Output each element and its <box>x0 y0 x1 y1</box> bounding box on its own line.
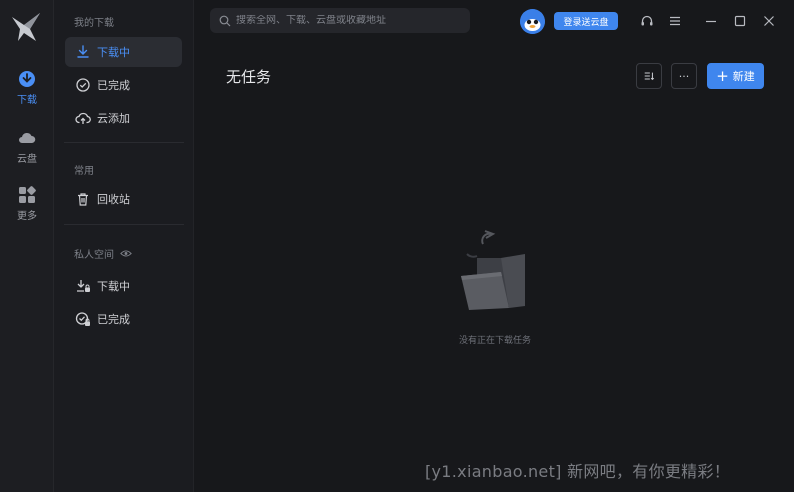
sidebar-item-label: 已完成 <box>97 79 130 92</box>
sidebar-item-label: 回收站 <box>97 193 130 206</box>
download-icon <box>77 45 89 58</box>
rail-item-cloud[interactable]: 云盘 <box>0 129 54 173</box>
sidebar-divider <box>64 142 184 143</box>
sidebar-item-private-downloading[interactable]: 下载中 <box>65 271 182 301</box>
section-title-common: 常用 <box>74 166 94 177</box>
avatar-face-icon <box>520 9 545 34</box>
rail-item-download[interactable]: 下载 <box>0 70 54 114</box>
menu-icon[interactable] <box>668 14 682 28</box>
sidebar-item-cloud-add[interactable]: 云添加 <box>65 103 182 133</box>
login-button[interactable]: 登录送云盘 <box>554 12 618 30</box>
new-task-button[interactable]: + 新建 <box>707 63 764 89</box>
sort-icon <box>644 72 655 81</box>
sidebar: 我的下载 下载中 已完成 云添加 常用 回收站 私人空间 下载中 已完成 <box>54 0 194 492</box>
sidebar-item-label: 云添加 <box>97 112 130 125</box>
cloud-icon <box>19 132 36 143</box>
rail-item-more[interactable]: 更多 <box>0 186 54 230</box>
check-lock-icon <box>75 312 90 326</box>
sidebar-item-completed[interactable]: 已完成 <box>65 70 182 100</box>
more-button[interactable]: ··· <box>671 63 697 89</box>
close-icon[interactable] <box>762 14 776 28</box>
page-title: 无任务 <box>226 68 272 86</box>
plus-icon: + <box>716 66 729 85</box>
app-logo-icon[interactable] <box>10 11 42 45</box>
empty-folder-illustration <box>461 230 525 310</box>
sidebar-item-private-completed[interactable]: 已完成 <box>65 304 182 334</box>
sidebar-divider <box>64 224 184 225</box>
section-title-private-label: 私人空间 <box>74 250 114 261</box>
check-circle-icon <box>76 78 90 92</box>
empty-state-text: 没有正在下载任务 <box>458 336 531 346</box>
eye-icon[interactable] <box>120 249 132 258</box>
section-title-private: 私人空间 <box>74 246 132 261</box>
search-input[interactable] <box>236 15 456 26</box>
section-title-my-downloads: 我的下载 <box>74 18 114 29</box>
watermark-text: [y1.xianbao.net] 新网吧，有你更精彩！ <box>425 462 731 481</box>
avatar[interactable] <box>520 9 545 34</box>
rail-item-label: 云盘 <box>17 154 37 165</box>
maximize-icon[interactable] <box>733 14 747 28</box>
grid-icon <box>19 186 36 203</box>
rail-item-label: 更多 <box>17 211 37 222</box>
cloud-upload-icon <box>75 112 91 124</box>
sidebar-item-label: 已完成 <box>97 313 130 326</box>
sidebar-item-label: 下载中 <box>97 280 130 293</box>
rail-item-label: 下载 <box>17 95 37 106</box>
sidebar-item-downloading[interactable]: 下载中 <box>65 37 182 67</box>
sidebar-item-label: 下载中 <box>97 46 130 59</box>
new-task-label: 新建 <box>732 70 755 83</box>
download-circle-icon <box>19 71 35 87</box>
headset-icon[interactable] <box>640 14 654 28</box>
minimize-icon[interactable] <box>704 14 718 28</box>
download-lock-icon <box>77 280 90 292</box>
search-icon <box>219 15 231 26</box>
trash-icon <box>78 193 88 206</box>
sidebar-item-recycle-bin[interactable]: 回收站 <box>65 184 182 214</box>
sort-button[interactable] <box>636 63 662 89</box>
icon-rail: 下载 云盘 更多 <box>0 0 54 492</box>
search-bar[interactable] <box>210 8 470 33</box>
